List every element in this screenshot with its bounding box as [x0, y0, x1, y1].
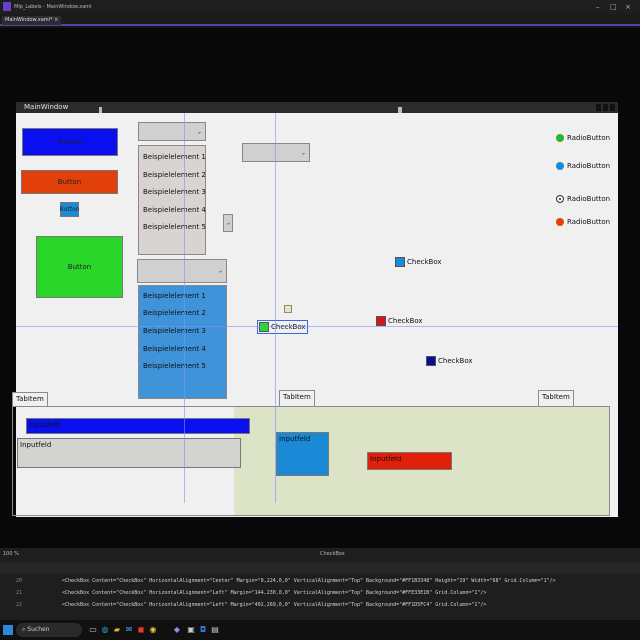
- mail-icon[interactable]: ✉: [124, 624, 134, 635]
- checkbox-label: CheckBox: [438, 357, 473, 365]
- chrome-icon[interactable]: ◉: [148, 624, 158, 635]
- checkbox-label: CheckBox: [271, 323, 306, 331]
- radio-label: RadioButton: [567, 134, 611, 142]
- radio-icon: [556, 218, 564, 226]
- maximize-icon[interactable]: □: [610, 3, 620, 11]
- combobox-2[interactable]: ⌄: [242, 143, 310, 162]
- designer-window-title: MainWindow: [16, 102, 618, 113]
- designer-status-bar: 100 % CheckBox: [0, 548, 640, 562]
- checkbox-icon: [426, 356, 436, 366]
- windows-start-icon[interactable]: [3, 625, 13, 635]
- radio-icon: [556, 162, 564, 170]
- window-minimize-icon: [596, 104, 601, 111]
- window-close-icon: [610, 104, 615, 111]
- combobox-3[interactable]: ⌄: [137, 259, 227, 283]
- list-item[interactable]: Beispielelement 4: [143, 206, 206, 214]
- list-item[interactable]: Beispielelement 4: [143, 345, 206, 353]
- tab-mainwindow-xaml[interactable]: MainWindow.xaml* ×: [2, 16, 62, 25]
- list-item[interactable]: Beispielelement 3: [143, 327, 206, 335]
- chevron-down-icon: ⌄: [217, 267, 223, 275]
- store-icon[interactable]: ◼: [136, 624, 146, 635]
- input-field-cyan[interactable]: Inputfeld: [276, 432, 329, 476]
- list-item[interactable]: Beispielelement 1: [143, 292, 206, 300]
- radio-checked-icon: [556, 195, 564, 203]
- input-field-red[interactable]: Inputfeld: [367, 452, 452, 470]
- radio-label: RadioButton: [567, 195, 611, 203]
- task-view-icon[interactable]: ▭: [88, 624, 98, 635]
- chevron-down-icon: ⌄: [225, 219, 231, 227]
- checkbox-navy[interactable]: CheckBox: [426, 356, 473, 366]
- code-line: 22 <CheckBox Content="CheckBox" Horizonta…: [16, 602, 487, 608]
- input-field-gray[interactable]: Inputfeld: [17, 438, 241, 468]
- radio-button-checked[interactable]: RadioButton: [556, 195, 610, 203]
- code-line: 20 <CheckBox Content="CheckBox" Horizonta…: [16, 578, 556, 584]
- code-line: 21 <CheckBox Content="CheckBox" Horizonta…: [16, 590, 487, 596]
- radio-label: RadioButton: [567, 218, 611, 226]
- checkbox-label: CheckBox: [407, 258, 442, 266]
- list-item[interactable]: Beispielelement 3: [143, 188, 206, 196]
- checkbox-icon: [395, 257, 405, 267]
- xaml-code-editor[interactable]: 20 <CheckBox Content="CheckBox" Horizonta…: [0, 574, 640, 614]
- chevron-down-icon: ⌄: [196, 128, 202, 135]
- window-maximize-icon: [603, 104, 608, 111]
- minimize-icon[interactable]: –: [596, 3, 606, 11]
- combobox-1[interactable]: ⌄: [138, 122, 206, 141]
- checkbox-icon: [376, 316, 386, 326]
- list-item[interactable]: Beispielelement 2: [143, 309, 206, 317]
- listbox-1[interactable]: Beispielelement 1 Beispielelement 2 Beis…: [138, 145, 206, 255]
- app-icon[interactable]: ▤: [210, 624, 220, 635]
- element-breadcrumb[interactable]: CheckBox: [320, 551, 345, 557]
- tab-item-1[interactable]: TabItem: [12, 392, 48, 406]
- terminal-icon[interactable]: ▣: [186, 624, 196, 635]
- listbox-2[interactable]: Beispielelement 1 Beispielelement 2 Beis…: [138, 285, 227, 399]
- list-item[interactable]: Beispielelement 2: [143, 171, 206, 179]
- grid-guide-horizontal: [16, 326, 618, 327]
- vs-logo-icon: [3, 2, 11, 11]
- zoom-level[interactable]: 100 %: [3, 551, 19, 557]
- combobox-small[interactable]: ⌄: [223, 214, 233, 232]
- close-icon[interactable]: ×: [625, 3, 635, 11]
- explorer-icon[interactable]: ▰: [112, 624, 122, 635]
- checkbox-label: CheckBox: [388, 317, 423, 325]
- blue-button[interactable]: Button: [22, 128, 118, 156]
- checkbox-green-selected[interactable]: CheckBox: [257, 320, 308, 334]
- list-item[interactable]: Beispielelement 5: [143, 362, 206, 370]
- input-field-blue[interactable]: Inputfeld: [26, 418, 250, 434]
- small-blue-button[interactable]: Button: [59, 202, 80, 217]
- search-placeholder: Suchen: [27, 626, 50, 633]
- checkbox-cyan[interactable]: CheckBox: [395, 257, 442, 267]
- tab-item-2[interactable]: TabItem: [279, 390, 315, 406]
- edge-icon[interactable]: ◍: [100, 624, 110, 635]
- taskbar-search-box[interactable]: ⌕ Suchen: [16, 623, 82, 637]
- radio-button-red[interactable]: RadioButton: [556, 218, 610, 226]
- visual-studio-icon[interactable]: ◆: [172, 624, 182, 635]
- grid-guide-vertical: [184, 113, 185, 503]
- radio-label: RadioButton: [567, 162, 611, 170]
- chevron-down-icon: ⌄: [300, 149, 306, 156]
- radio-icon: [556, 134, 564, 142]
- xaml-panel-header: [0, 562, 640, 574]
- grid-guide-vertical: [275, 113, 276, 503]
- checkbox-red[interactable]: CheckBox: [376, 316, 423, 326]
- list-item[interactable]: Beispielelement 5: [143, 223, 206, 231]
- radio-button-green[interactable]: RadioButton: [556, 134, 610, 142]
- green-button[interactable]: Button: [36, 236, 123, 298]
- document-tab-strip: [0, 14, 640, 26]
- radio-button-cyan[interactable]: RadioButton: [556, 162, 610, 170]
- window-title: Mlp_Labels - MainWindow.xaml: [14, 4, 92, 10]
- app-icon[interactable]: ◘: [198, 624, 208, 635]
- orange-button[interactable]: Button: [21, 170, 118, 194]
- list-item[interactable]: Beispielelement 1: [143, 153, 206, 161]
- adorner-handle-icon[interactable]: [284, 305, 292, 313]
- checkbox-icon: [259, 322, 269, 332]
- ide-title-bar: Mlp_Labels - MainWindow.xaml – □ ×: [0, 0, 640, 14]
- tab-item-3[interactable]: TabItem: [538, 390, 574, 406]
